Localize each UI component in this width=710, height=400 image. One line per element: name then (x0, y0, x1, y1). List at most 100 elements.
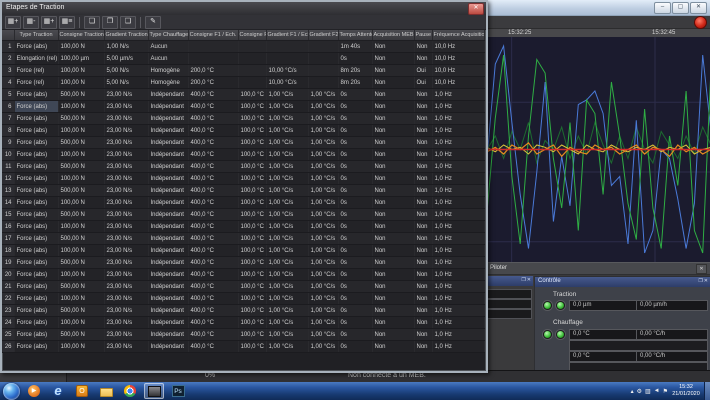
record-icon[interactable] (694, 16, 707, 29)
table-row[interactable]: 24Force (abs)100,00 N23,00 N/sIndépendan… (2, 317, 484, 329)
taskbar-clock[interactable]: 15:32 21/01/2020 (669, 384, 703, 398)
chauffage-setpoint-field-1[interactable]: 0,0 °C (569, 329, 639, 340)
start-button[interactable] (3, 383, 20, 400)
panel-close-icon[interactable]: ✕ (704, 278, 708, 285)
table-row[interactable]: 5Force (abs)500,00 N23,00 N/sIndépendant… (2, 89, 484, 101)
column-header[interactable]: Consigne F2 (238, 30, 266, 41)
hidden-panel-field[interactable] (486, 299, 532, 309)
table-row[interactable]: 7Force (abs)500,00 N23,00 N/sIndépendant… (2, 113, 484, 125)
panel-float-icon[interactable]: ❐ (698, 278, 702, 285)
add-step-button[interactable]: ▦+ (5, 16, 21, 29)
controle-panel-titlebar[interactable]: Contrôle ❐ ✕ (535, 277, 710, 287)
cell: Force (abs) (14, 245, 58, 257)
chauffage-empty-field[interactable] (569, 340, 708, 351)
settings-icon[interactable]: ⚙ (637, 388, 642, 395)
action-center-icon[interactable]: ⚑ (663, 388, 668, 395)
hidden-panel-field[interactable] (486, 309, 532, 319)
column-header[interactable]: Pause (414, 30, 432, 41)
paste-steps-button[interactable]: ❑ (120, 16, 136, 29)
chauffage-rate-field-2[interactable]: 0,00 °C/h (636, 351, 708, 362)
volume-icon[interactable]: ◄ (654, 388, 660, 394)
internet-explorer-icon[interactable]: e (48, 383, 68, 399)
table-row[interactable]: 4Force (rel)100,00 N5,00 N/sHomogène200,… (2, 77, 484, 89)
cell: 1,00 °C/s (266, 317, 308, 329)
column-header[interactable]: Fréquence Acquisition (432, 30, 484, 41)
table-row[interactable]: 10Force (abs)100,00 N23,00 N/sIndépendan… (2, 149, 484, 161)
traction-setpoint-field[interactable]: 0,0 µm (569, 300, 639, 311)
chauffage-led-1 (543, 330, 552, 339)
duplicate-step-button[interactable]: ▦+ (41, 16, 57, 29)
column-header[interactable]: Type Chauffage (148, 30, 188, 41)
table-row[interactable]: 16Force (abs)100,00 N23,00 N/sIndépendan… (2, 221, 484, 233)
cell: 400,0 °C (188, 101, 238, 113)
table-row[interactable]: 11Force (abs)500,00 N23,00 N/sIndépendan… (2, 161, 484, 173)
column-header[interactable]: Acquisition MEB (372, 30, 414, 41)
column-header[interactable]: Temps Attente (338, 30, 372, 41)
cell: 1,00 °C/s (308, 221, 338, 233)
cell: Non (372, 221, 414, 233)
table-row[interactable]: 3Force (rel)100,00 N5,00 N/sHomogène200,… (2, 65, 484, 77)
column-header[interactable]: Gradient F1 / Ech (266, 30, 308, 41)
panel-close-icon[interactable]: ✕ (527, 277, 531, 284)
table-row[interactable]: 20Force (abs)100,00 N23,00 N/sIndépendan… (2, 269, 484, 281)
close-icon[interactable]: ✕ (696, 264, 707, 274)
maximize-icon[interactable]: ▢ (672, 2, 689, 14)
column-header[interactable]: Gradient F2 (308, 30, 338, 41)
network-icon[interactable]: ▥ (645, 388, 651, 395)
etapes-titlebar[interactable]: Etapes de Traction ✕ (2, 2, 486, 15)
close-icon[interactable]: ✕ (468, 3, 484, 15)
table-row[interactable]: 9Force (abs)500,00 N23,00 N/sIndépendant… (2, 137, 484, 149)
cell: 100,0 °C (238, 161, 266, 173)
table-row[interactable]: 19Force (abs)500,00 N23,00 N/sIndépendan… (2, 257, 484, 269)
chrome-icon[interactable] (120, 383, 140, 399)
table-row[interactable]: 23Force (abs)500,00 N23,00 N/sIndépendan… (2, 305, 484, 317)
column-header[interactable]: Type Traction (14, 30, 58, 41)
table-row[interactable]: 8Force (abs)100,00 N23,00 N/sIndépendant… (2, 125, 484, 137)
hidden-panel-titlebar[interactable]: ❐ ✕ (486, 276, 533, 286)
table-row[interactable]: 22Force (abs)100,00 N23,00 N/sIndépendan… (2, 293, 484, 305)
cell: 100,0 °C (238, 257, 266, 269)
edit-script-button[interactable]: ✎ (145, 16, 161, 29)
hidden-panel-field[interactable] (486, 289, 532, 299)
panel-float-icon[interactable]: ❐ (521, 277, 525, 284)
move-step-button[interactable]: ▦≡ (59, 16, 75, 29)
traction-rate-field[interactable]: 0,00 µm/h (636, 300, 708, 311)
chauffage-setpoint-field-2[interactable]: 0,0 °C (569, 351, 639, 362)
cell: Indépendant (148, 113, 188, 125)
column-header[interactable]: Consigne Traction (58, 30, 104, 41)
cell: 1,00 °C/s (266, 101, 308, 113)
traction-app-icon[interactable] (144, 383, 164, 399)
hidden-icons-button[interactable]: ▴ (631, 388, 634, 395)
table-row[interactable]: 1Force (abs)100,00 N1,00 N/sAucun1m 40sN… (2, 41, 484, 53)
copy-steps-button[interactable]: ❐ (102, 16, 118, 29)
traction-section-label: Traction (553, 291, 576, 298)
cell: 400,0 °C (188, 149, 238, 161)
table-row[interactable]: 26Force (abs)100,00 N23,00 N/sIndépendan… (2, 341, 484, 353)
table-row[interactable]: 14Force (abs)100,00 N23,00 N/sIndépendan… (2, 197, 484, 209)
cell: 200,0 °C (188, 65, 238, 77)
remove-step-button[interactable]: ▦- (23, 16, 39, 29)
show-desktop-button[interactable] (704, 382, 710, 400)
explorer-folder-icon[interactable] (96, 383, 116, 399)
table-row[interactable]: 13Force (abs)500,00 N23,00 N/sIndépendan… (2, 185, 484, 197)
table-row[interactable]: 6Force (abs)100,00 N23,00 N/sIndépendant… (2, 101, 484, 113)
table-row[interactable]: 17Force (abs)500,00 N23,00 N/sIndépendan… (2, 233, 484, 245)
new-file-button[interactable]: ❏ (84, 16, 100, 29)
table-row[interactable]: 21Force (abs)500,00 N23,00 N/sIndépendan… (2, 281, 484, 293)
traction-chart[interactable] (486, 37, 710, 262)
table-row[interactable]: 18Force (abs)100,00 N23,00 N/sIndépendan… (2, 245, 484, 257)
close-icon[interactable]: ✕ (690, 2, 707, 14)
cell: Non (372, 257, 414, 269)
minimize-icon[interactable]: – (654, 2, 671, 14)
outlook-icon[interactable]: O (72, 383, 92, 399)
column-header[interactable]: Gradient Traction (104, 30, 148, 41)
table-row[interactable]: 2Elongation (rel)100,00 µm5,00 µm/sAucun… (2, 53, 484, 65)
table-row[interactable]: 15Force (abs)500,00 N23,00 N/sIndépendan… (2, 209, 484, 221)
photoshop-icon[interactable]: Ps (168, 383, 188, 399)
table-row[interactable]: 12Force (abs)100,00 N23,00 N/sIndépendan… (2, 173, 484, 185)
chauffage-rate-field-1[interactable]: 0,00 °C/h (636, 329, 708, 340)
column-header[interactable]: Consigne F1 / Ech. (188, 30, 238, 41)
media-player-icon[interactable]: ▶ (24, 383, 44, 399)
table-row[interactable]: 25Force (abs)500,00 N23,00 N/sIndépendan… (2, 329, 484, 341)
cell: 100,00 N (58, 77, 104, 89)
